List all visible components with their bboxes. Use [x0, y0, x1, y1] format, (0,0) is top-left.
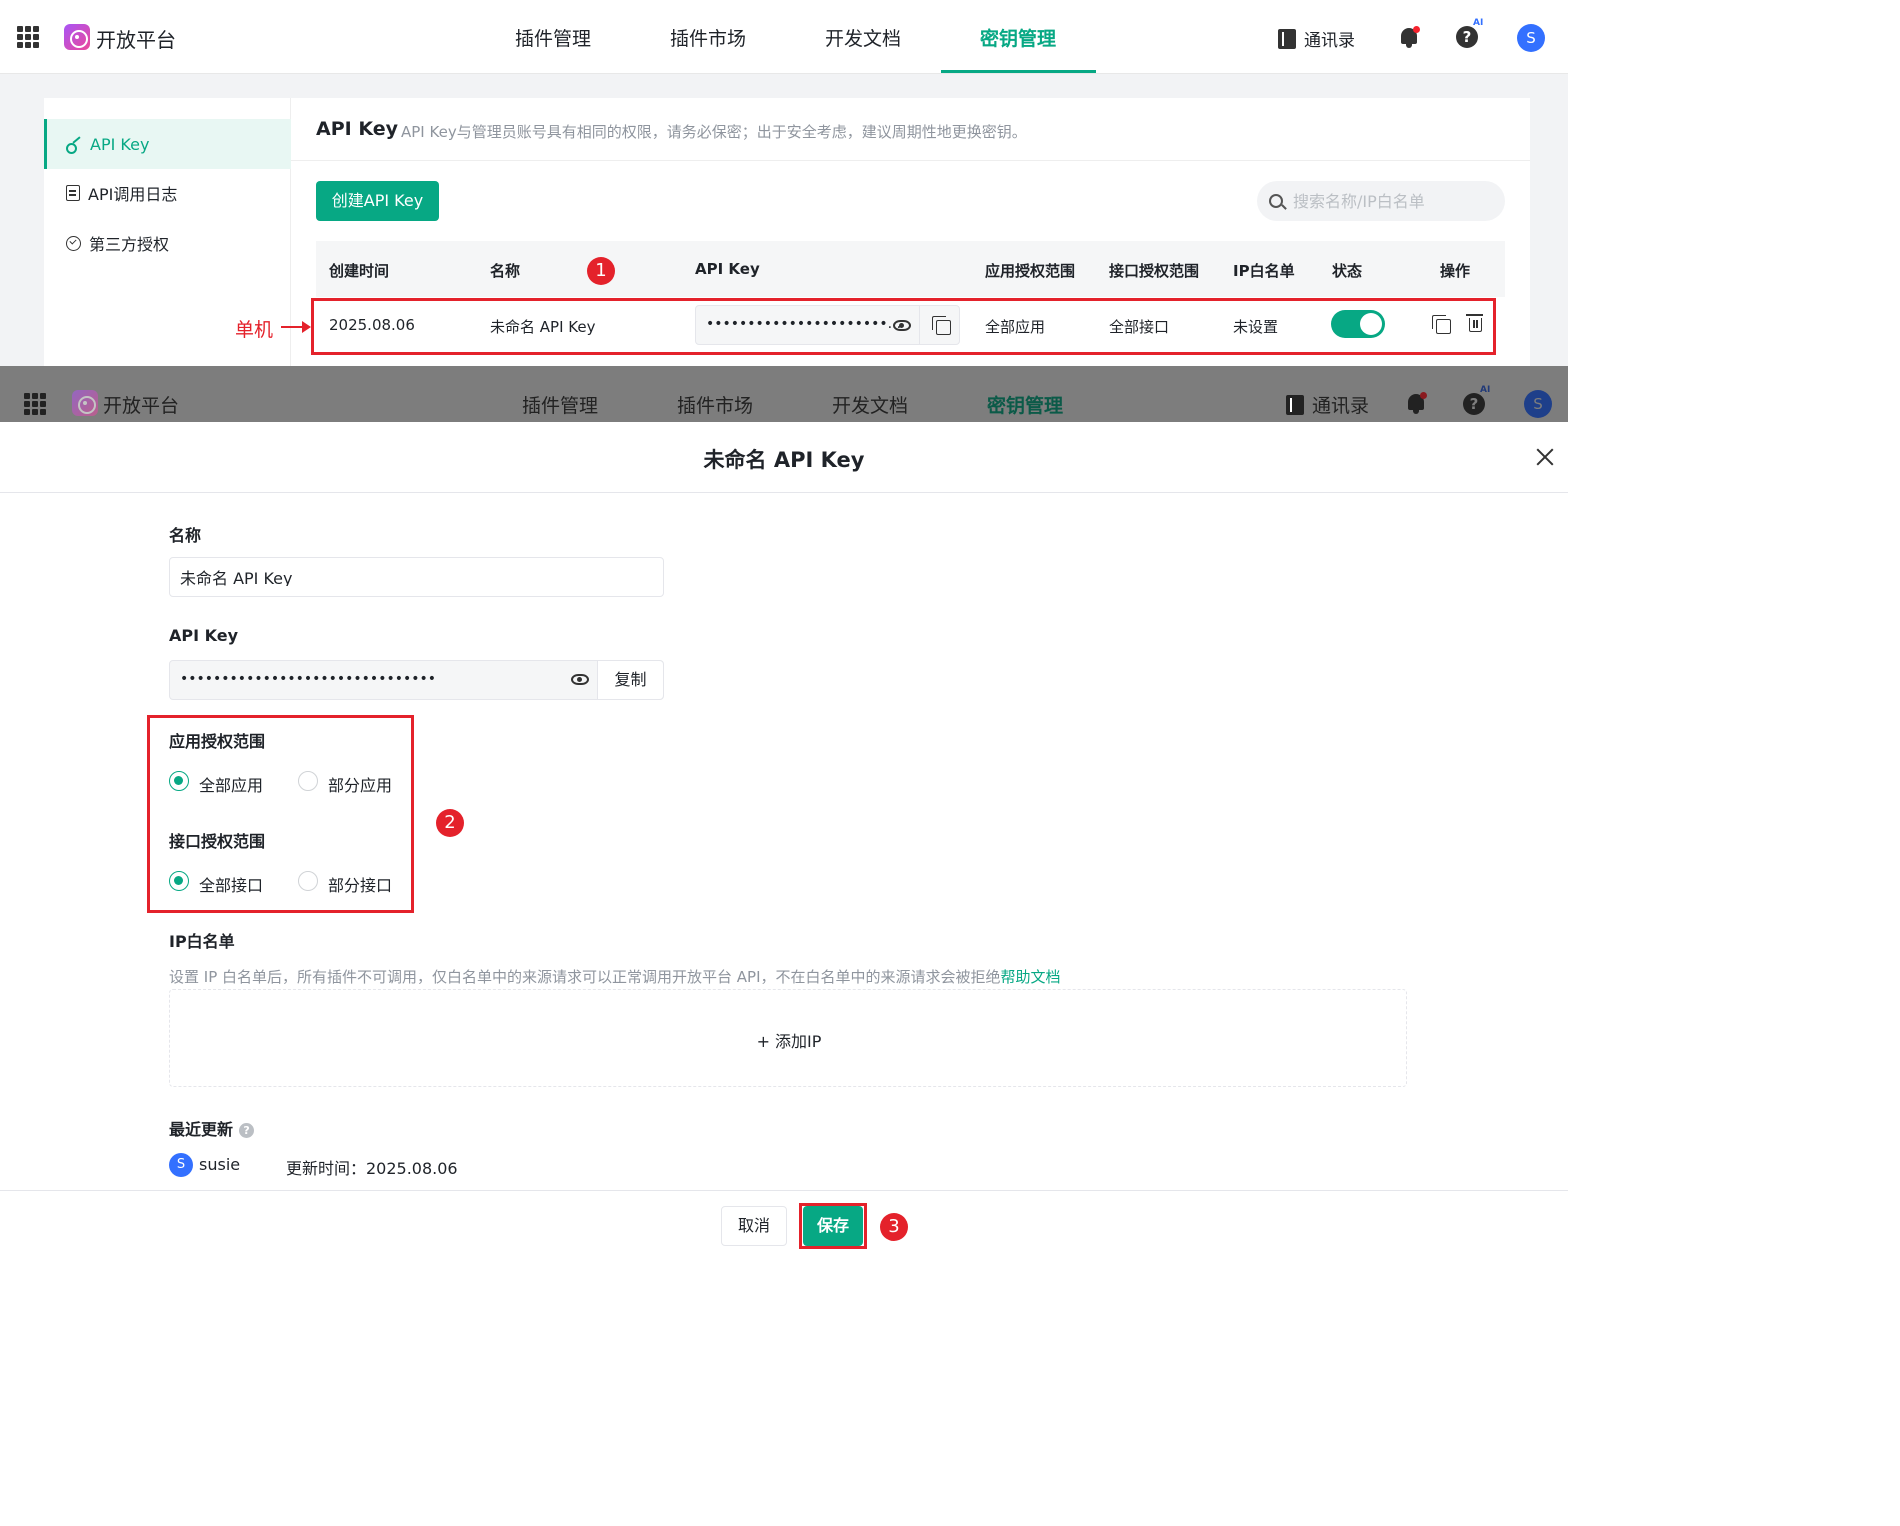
- sidebar-item-label: 第三方授权: [89, 235, 170, 254]
- annotation-arrow: [281, 321, 311, 333]
- add-ip-button[interactable]: + 添加IP: [170, 1028, 1408, 1052]
- platform-logo: [64, 24, 90, 50]
- nav-plugin-manage[interactable]: 插件管理: [515, 24, 591, 51]
- dim-contacts-label: 通讯录: [1312, 395, 1370, 417]
- page-description: API Key与管理员账号具有相同的权限，请务必保密；出于安全考虑，建议周期性地…: [401, 123, 1027, 141]
- update-time: 更新时间：2025.08.06: [286, 1159, 458, 1178]
- col-created: 创建时间: [329, 262, 390, 280]
- search-box[interactable]: [1257, 181, 1505, 221]
- ip-whitelist-description: 设置 IP 白名单后，所有插件不可调用，仅白名单中的来源请求可以正常调用开放平台…: [169, 966, 1061, 987]
- contacts-label: 通讯录: [1304, 31, 1355, 51]
- help-icon[interactable]: ?: [1456, 26, 1478, 48]
- brand-name: 开放平台: [96, 28, 176, 52]
- user-avatar[interactable]: S: [1517, 24, 1545, 52]
- dim-nav-plugin-manage: 插件管理: [522, 395, 599, 417]
- dim-ai-badge: AI: [1480, 385, 1491, 395]
- create-api-key-button[interactable]: 创建API Key: [316, 181, 439, 221]
- step-badge-1: 1: [587, 257, 615, 285]
- step-badge-2: 2: [436, 809, 464, 837]
- search-input[interactable]: [1293, 191, 1493, 211]
- nav-active-underline: [941, 70, 1096, 73]
- api-key-masked-value: •••••••••••••••••••••••••••••••: [180, 671, 436, 687]
- col-app-scope: 应用授权范围: [985, 262, 1076, 280]
- ip-whitelist-label: IP白名单: [169, 932, 235, 951]
- apps-grid-icon[interactable]: [17, 26, 39, 48]
- modal-title: 未命名 API Key: [703, 448, 865, 472]
- sidebar-item-label: API调用日志: [88, 185, 178, 204]
- col-actions: 操作: [1440, 262, 1471, 280]
- highlight-scope-box: [147, 715, 414, 913]
- key-icon: [66, 136, 82, 154]
- dim-contacts: 通讯录: [1286, 391, 1369, 418]
- eye-icon[interactable]: [571, 674, 589, 685]
- dim-user-avatar: S: [1524, 390, 1552, 418]
- ip-whitelist-box: + 添加IP: [169, 989, 1407, 1087]
- sidebar-item-third-party[interactable]: 第三方授权: [44, 218, 291, 268]
- recent-update-text: 最近更新: [169, 1120, 234, 1139]
- updater-name: susie: [199, 1155, 241, 1174]
- footer-divider: [0, 1190, 1568, 1191]
- recent-update-label: 最近更新?: [169, 1116, 255, 1140]
- notification-bell-icon[interactable]: [1399, 26, 1420, 48]
- api-key-display: ••••••••••••••••••••••••••••••• 复制: [169, 660, 664, 700]
- name-label: 名称: [169, 526, 202, 545]
- dim-bell-icon: [1406, 392, 1427, 414]
- sidebar-item-api-log[interactable]: API调用日志: [44, 168, 291, 218]
- cancel-button[interactable]: 取消: [721, 1206, 787, 1246]
- sidebar-item-label: API Key: [90, 134, 150, 154]
- nav-key-manage[interactable]: 密钥管理: [980, 24, 1056, 51]
- log-icon: [66, 185, 80, 201]
- dim-nav-dev-docs: 开发文档: [832, 395, 909, 417]
- dim-brand-name: 开放平台: [103, 395, 180, 417]
- auth-icon: [66, 235, 81, 251]
- dim-help-icon: ?: [1463, 393, 1485, 415]
- question-icon[interactable]: ?: [239, 1123, 255, 1138]
- ai-badge: AI: [1473, 18, 1484, 28]
- header-divider: [291, 160, 1530, 161]
- dim-apps-grid-icon: [24, 393, 46, 415]
- help-doc-link[interactable]: 帮助文档: [1001, 968, 1061, 986]
- col-name: 名称: [490, 262, 521, 280]
- page-title: API Key: [316, 118, 398, 140]
- highlight-save-box: [799, 1203, 867, 1249]
- search-icon: [1269, 194, 1283, 208]
- col-api-key: API Key: [695, 260, 760, 278]
- col-status: 状态: [1332, 262, 1363, 280]
- nav-plugin-market[interactable]: 插件市场: [670, 24, 746, 51]
- contacts-link[interactable]: 通讯录: [1278, 26, 1355, 51]
- dim-nav-key-manage: 密钥管理: [987, 395, 1064, 417]
- top-navbar: 开放平台 插件管理 插件市场 开发文档 密钥管理 通讯录 ? AI S: [0, 0, 1568, 74]
- col-api-scope: 接口授权范围: [1109, 262, 1200, 280]
- modal-divider: [0, 492, 1568, 493]
- nav-dev-docs[interactable]: 开发文档: [825, 24, 901, 51]
- name-field[interactable]: [169, 557, 664, 597]
- highlight-row-box: [311, 298, 1496, 355]
- step-badge-3: 3: [880, 1213, 908, 1241]
- sidebar-item-api-key[interactable]: API Key: [44, 119, 291, 169]
- dim-contacts-book-icon: [1286, 394, 1304, 415]
- ip-desc-text: 设置 IP 白名单后，所有插件不可调用，仅白名单中的来源请求可以正常调用开放平台…: [169, 968, 1001, 986]
- contacts-book-icon: [1278, 28, 1296, 49]
- updater-avatar: S: [169, 1153, 193, 1177]
- close-icon[interactable]: [1536, 448, 1554, 466]
- api-key-label: API Key: [169, 626, 239, 645]
- dim-platform-logo: [72, 390, 98, 416]
- dim-nav-plugin-market: 插件市场: [677, 395, 754, 417]
- copy-button[interactable]: 复制: [597, 661, 663, 699]
- col-ip-whitelist: IP白名单: [1233, 262, 1295, 280]
- annotation-single-click: 单机: [235, 319, 274, 341]
- name-input[interactable]: [180, 567, 650, 586]
